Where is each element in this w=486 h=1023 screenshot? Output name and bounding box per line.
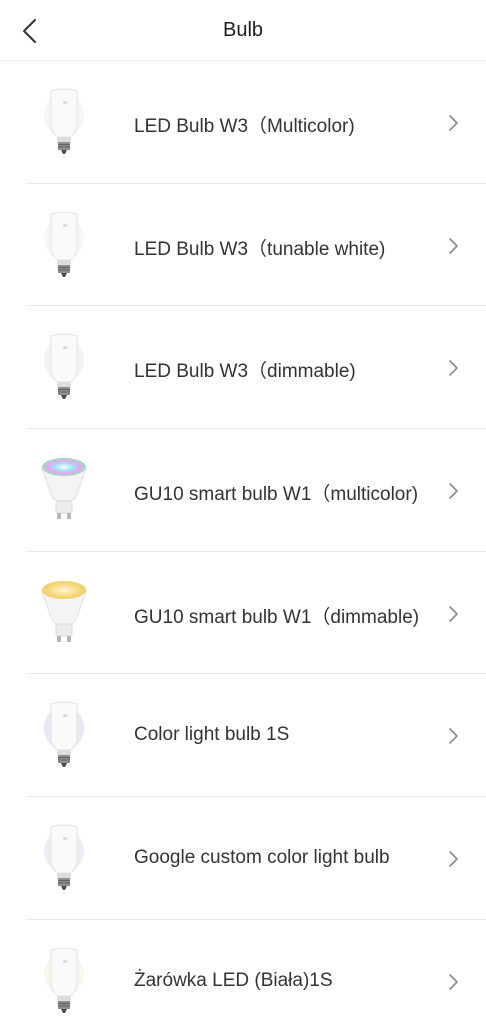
list-item[interactable]: GU10 smart bulb W1（dimmable) (0, 552, 486, 675)
chevron-right-icon (449, 728, 458, 745)
list-item[interactable]: LED Bulb W3（Multicolor) (0, 61, 486, 184)
chevron-right-icon (449, 115, 458, 131)
item-label: Color light bulb 1S (134, 724, 290, 746)
list-item[interactable]: GU10 smart bulb W1（multicolor) (0, 429, 486, 552)
item-label: LED Bulb W3（tunable white) (134, 238, 386, 260)
item-label: LED Bulb W3（Multicolor) (134, 116, 355, 137)
chevron-right-icon (449, 974, 458, 990)
page-title: Bulb (222, 19, 264, 41)
chevron-right-icon (449, 483, 458, 499)
a19-bulb-icon (30, 944, 98, 1016)
a19-bulb-icon (30, 330, 98, 402)
bulb-list: LED Bulb W3（Multicolor) LED Bulb W3（tuna… (0, 61, 486, 1023)
gu10-bulb-icon (30, 453, 98, 525)
list-item[interactable]: LED Bulb W3（dimmable) (0, 306, 486, 430)
a19-bulb-icon (30, 85, 98, 157)
gu10-bulb-icon (30, 576, 98, 648)
chevron-right-icon (449, 605, 458, 622)
chevron-right-icon (449, 360, 458, 377)
item-label: GU10 smart bulb W1（multicolor) (134, 484, 419, 506)
item-label: LED Bulb W3（dimmable) (134, 361, 356, 383)
a19-bulb-icon (30, 208, 98, 280)
chevron-right-icon (449, 851, 458, 867)
list-item[interactable]: Żarówka LED (Biała)1S (0, 920, 486, 1023)
item-label: GU10 smart bulb W1（dimmable) (134, 606, 420, 628)
list-item[interactable]: Color light bulb 1S (0, 674, 486, 798)
a19-bulb-icon (30, 821, 98, 893)
list-item[interactable]: Google custom color light bulb (0, 797, 486, 920)
list-item[interactable]: LED Bulb W3（tunable white) (0, 184, 486, 307)
a19-bulb-icon (30, 698, 98, 770)
chevron-right-icon (449, 237, 458, 254)
item-label: Google custom color light bulb (134, 847, 390, 869)
item-label: Żarówka LED (Biała)1S (134, 969, 333, 991)
app-header: Bulb (0, 0, 486, 61)
